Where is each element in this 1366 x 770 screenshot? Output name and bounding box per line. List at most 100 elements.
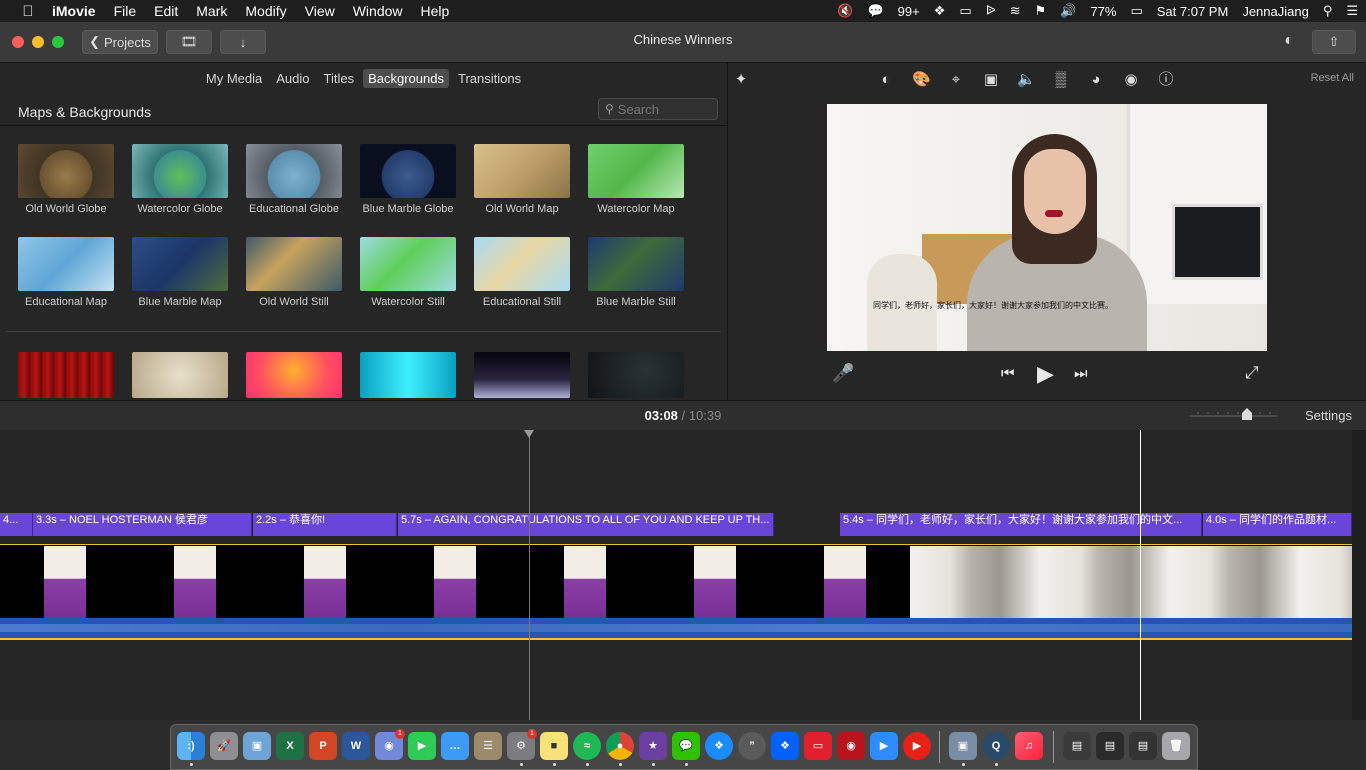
- background-thumbnail[interactable]: [360, 144, 456, 198]
- background-thumbnail[interactable]: [588, 352, 684, 398]
- tab-backgrounds[interactable]: Backgrounds: [363, 69, 449, 88]
- play-icon[interactable]: ▶: [1037, 361, 1054, 387]
- folder-icon[interactable]: ▤: [1096, 732, 1124, 760]
- zoom-icon[interactable]: ▶: [870, 732, 898, 760]
- dropbox-icon[interactable]: ❖: [771, 732, 799, 760]
- background-thumbnail[interactable]: [246, 237, 342, 291]
- folder-icon[interactable]: ▤: [1063, 732, 1091, 760]
- imovie-star-icon[interactable]: ★: [639, 732, 667, 760]
- background-thumbnail[interactable]: [246, 352, 342, 398]
- share-button[interactable]: ⇧: [1312, 30, 1356, 54]
- magic-wand-icon[interactable]: ✦: [732, 71, 750, 89]
- tab-titles[interactable]: Titles: [319, 69, 360, 88]
- background-thumbnail[interactable]: [132, 237, 228, 291]
- zoom-slider[interactable]: [1190, 407, 1278, 421]
- title-clip[interactable]: 3.3s – NOEL HOSTERMAN 侯君彦: [33, 513, 252, 536]
- finder-icon[interactable]: :): [177, 732, 205, 760]
- quicktime-icon[interactable]: Q: [982, 732, 1010, 760]
- background-thumbnail[interactable]: [474, 352, 570, 398]
- folder-icon[interactable]: ▤: [1129, 732, 1157, 760]
- reset-all-button[interactable]: Reset All: [1311, 72, 1354, 84]
- chrome-icon[interactable]: ●: [606, 732, 634, 760]
- background-thumbnail[interactable]: [360, 352, 456, 398]
- color-balance-icon[interactable]: ◐: [877, 71, 895, 89]
- crop-icon[interactable]: ⌖: [947, 71, 965, 89]
- timeline-settings-button[interactable]: Settings: [1305, 408, 1352, 423]
- background-thumbnail[interactable]: [360, 237, 456, 291]
- playhead[interactable]: [529, 430, 530, 720]
- background-thumbnail[interactable]: [588, 144, 684, 198]
- image-capture-icon[interactable]: ▣: [949, 732, 977, 760]
- facetime-icon[interactable]: ▶: [408, 732, 436, 760]
- menu-file[interactable]: File: [114, 3, 137, 19]
- background-thumbnail[interactable]: [474, 144, 570, 198]
- microphone-icon[interactable]: 🎤: [832, 363, 854, 384]
- title-clip[interactable]: 4...: [0, 513, 33, 536]
- background-thumbnail[interactable]: [132, 352, 228, 398]
- volume-icon[interactable]: 🔈: [1017, 71, 1036, 89]
- menu-view[interactable]: View: [305, 3, 335, 19]
- tab-transitions[interactable]: Transitions: [453, 69, 526, 88]
- menu-app-name[interactable]: iMovie: [52, 3, 96, 19]
- photo-booth-icon[interactable]: ◉: [837, 732, 865, 760]
- skip-forward-icon[interactable]: ⏭: [1074, 365, 1088, 382]
- title-clip[interactable]: 5.4s – 同学们，老师好，家长们，大家好！谢谢大家参加我们的中文...: [840, 513, 1202, 536]
- search-input[interactable]: ⚲ Search: [598, 98, 718, 120]
- background-thumbnail[interactable]: [588, 237, 684, 291]
- menu-modify[interactable]: Modify: [245, 3, 286, 19]
- dropbox-icon[interactable]: ❖: [934, 3, 946, 19]
- background-thumbnail[interactable]: [18, 237, 114, 291]
- menu-window[interactable]: Window: [353, 3, 403, 19]
- background-thumbnail[interactable]: [18, 144, 114, 198]
- timeline[interactable]: 4... 3.3s – NOEL HOSTERMAN 侯君彦 2.2s – 恭喜…: [0, 430, 1352, 720]
- trash-icon[interactable]: 🗑: [1162, 732, 1190, 760]
- background-thumbnail[interactable]: [474, 237, 570, 291]
- youtube-icon[interactable]: ▶: [903, 732, 931, 760]
- stickies-icon[interactable]: ■: [540, 732, 568, 760]
- timeline-scrollbar[interactable]: [1352, 430, 1366, 720]
- notes-icon[interactable]: ☰: [474, 732, 502, 760]
- preview-icon[interactable]: ▣: [243, 732, 271, 760]
- bluetooth-icon[interactable]: ᐉ: [986, 3, 996, 19]
- background-thumbnail[interactable]: [132, 144, 228, 198]
- tab-audio[interactable]: Audio: [271, 69, 314, 88]
- excel-icon[interactable]: X: [276, 732, 304, 760]
- apple-icon[interactable]: : [20, 3, 36, 20]
- video-clip-strip[interactable]: [0, 545, 1352, 618]
- color-palette-icon[interactable]: 🎨: [912, 71, 931, 89]
- messages-icon[interactable]: …: [441, 732, 469, 760]
- wifi-icon[interactable]: ≋: [1010, 3, 1021, 19]
- wechat-icon[interactable]: 💬: [672, 732, 700, 760]
- speed-icon[interactable]: ◕: [1087, 71, 1105, 89]
- title-clip[interactable]: 2.2s – 恭喜你!: [253, 513, 397, 536]
- progress-indicator[interactable]: ◐: [1278, 30, 1300, 52]
- skip-back-icon[interactable]: ⏮: [1001, 365, 1015, 382]
- background-thumbnail[interactable]: [246, 144, 342, 198]
- notification-center-icon[interactable]: ☰: [1346, 3, 1358, 19]
- word-icon[interactable]: W: [342, 732, 370, 760]
- spotlight-icon[interactable]: ⚲: [1323, 3, 1333, 19]
- menu-edit[interactable]: Edit: [154, 3, 178, 19]
- mute-icon[interactable]: 🔇: [837, 3, 853, 19]
- airplay-icon[interactable]: ▭: [959, 3, 971, 19]
- audio-waveform[interactable]: [0, 618, 1352, 638]
- powerpoint-icon[interactable]: P: [309, 732, 337, 760]
- clock[interactable]: Sat 7:07 PM: [1157, 4, 1229, 19]
- tab-my-media[interactable]: My Media: [201, 69, 267, 88]
- background-thumbnail[interactable]: [18, 352, 114, 398]
- filter-icon[interactable]: ◉: [1122, 71, 1140, 89]
- stabilization-icon[interactable]: ▣: [982, 71, 1000, 89]
- spotify-icon[interactable]: ≈: [573, 732, 601, 760]
- quotes-icon[interactable]: ”: [738, 732, 766, 760]
- screen-icon[interactable]: ▭: [804, 732, 832, 760]
- volume-icon[interactable]: 🔊: [1060, 3, 1076, 19]
- title-clip[interactable]: 4.0s – 同学们的作品题材...: [1203, 513, 1352, 536]
- flag-icon[interactable]: ⚑: [1035, 3, 1047, 19]
- music-icon[interactable]: ♫: [1015, 732, 1043, 760]
- fullscreen-icon[interactable]: ⤢: [1245, 363, 1259, 383]
- playhead-handle[interactable]: [524, 430, 534, 438]
- wechat-icon[interactable]: 💬: [867, 3, 883, 19]
- info-icon[interactable]: ⓘ: [1157, 71, 1175, 89]
- battery-icon[interactable]: ▭: [1130, 3, 1142, 19]
- user-name[interactable]: JennaJiang: [1242, 4, 1309, 19]
